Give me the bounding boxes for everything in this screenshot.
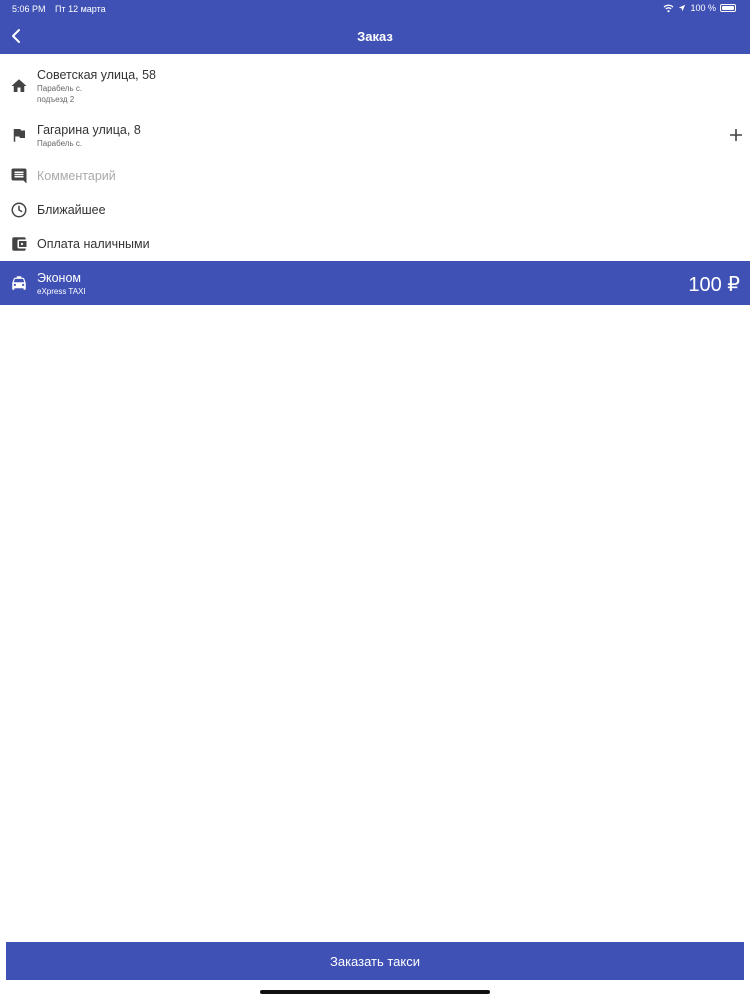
destination-address-row[interactable]: Гагарина улица, 8 Парабель с. (0, 112, 750, 152)
time-label: Ближайшее (37, 203, 106, 217)
wallet-icon (12, 237, 27, 251)
battery-icon (720, 4, 736, 12)
battery-percentage: 100 % (690, 3, 716, 13)
pickup-address-row[interactable]: Советская улица, 58 Парабель с. подъезд … (0, 54, 750, 108)
pickup-locality: Парабель с. (37, 84, 83, 93)
comment-icon (11, 168, 27, 184)
status-date: Пт 12 марта (55, 4, 106, 14)
taxi-car-icon (12, 276, 26, 290)
order-taxi-button[interactable]: Заказать такси (6, 942, 744, 980)
comment-placeholder: Комментарий (37, 169, 116, 183)
status-time: 5:06 PM (12, 4, 46, 14)
app-header: 5:06 PM Пт 12 марта 100 % Заказ (0, 0, 750, 54)
payment-row[interactable]: Оплата наличными (0, 228, 750, 260)
home-icon (11, 79, 27, 92)
battery-level-fill (722, 6, 734, 10)
page-title: Заказ (357, 29, 393, 44)
tariff-price: 100 ₽ (688, 274, 740, 296)
plus-icon[interactable] (728, 127, 744, 143)
tariff-selected-row[interactable]: Эконом eXpress TAXI 100 ₽ (0, 261, 750, 305)
payment-label: Оплата наличными (37, 237, 150, 251)
clock-icon (11, 202, 27, 218)
destination-street: Гагарина улица, 8 (37, 123, 141, 137)
location-arrow-icon (679, 4, 686, 12)
destination-locality: Парабель с. (37, 139, 83, 148)
status-bar: 5:06 PM Пт 12 марта 100 % (0, 0, 750, 18)
comment-row[interactable]: Комментарий (0, 160, 750, 192)
pickup-street: Советская улица, 58 (37, 68, 157, 82)
status-right-group: 100 % (663, 3, 736, 13)
pickup-entrance: подъезд 2 (37, 95, 75, 104)
tariff-company: eXpress TAXI (37, 287, 86, 296)
home-indicator (260, 990, 490, 994)
wifi-icon (664, 4, 674, 12)
flag-icon (13, 129, 25, 142)
time-row[interactable]: Ближайшее (0, 194, 750, 226)
tariff-name: Эконом (37, 271, 81, 285)
